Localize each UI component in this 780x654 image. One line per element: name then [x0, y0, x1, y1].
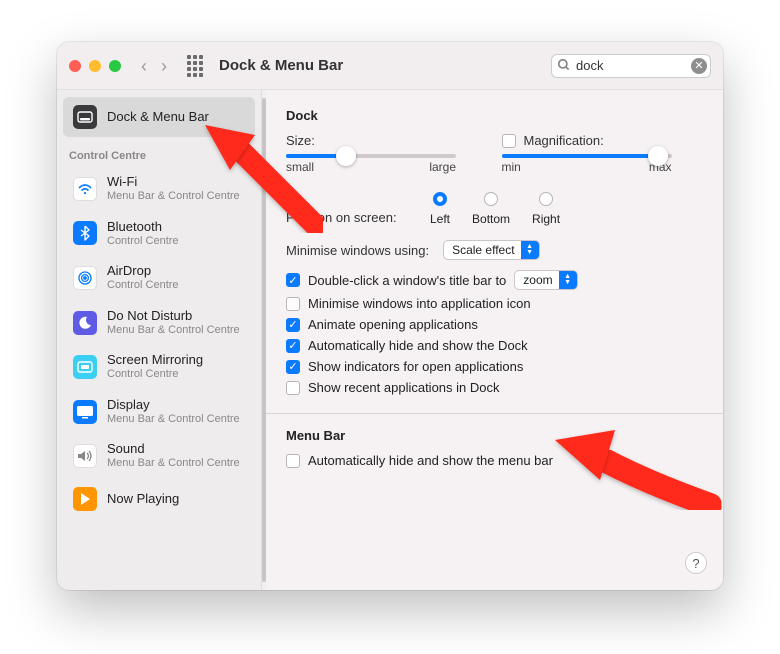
minimise-effect-value: Scale effect: [452, 243, 514, 257]
position-bottom-label: Bottom: [472, 212, 510, 226]
animate-opening-checkbox[interactable]: ✓: [286, 318, 300, 332]
sidebar-item-airdrop[interactable]: AirDrop Control Centre: [63, 256, 255, 300]
recent-apps-label: Show recent applications in Dock: [308, 380, 500, 395]
now-playing-icon: [73, 487, 97, 511]
sidebar-item-dnd[interactable]: Do Not Disturb Menu Bar & Control Centre: [63, 301, 255, 345]
sidebar-item-label: Screen Mirroring: [107, 353, 203, 368]
sidebar-item-label: Dock & Menu Bar: [107, 110, 209, 125]
sidebar-item-dock-menubar[interactable]: Dock & Menu Bar: [63, 97, 255, 137]
search-input[interactable]: [551, 54, 711, 78]
window-title: Dock & Menu Bar: [219, 57, 343, 74]
speaker-icon: [73, 444, 97, 468]
size-slider[interactable]: [286, 154, 456, 158]
mag-min-label: min: [502, 160, 521, 174]
help-button[interactable]: ?: [685, 552, 707, 574]
content-pane: Dock Size: small large: [266, 90, 723, 590]
position-left-radio[interactable]: [433, 192, 447, 206]
position-radio-group: Left Bottom Right: [430, 192, 560, 226]
recent-apps-checkbox[interactable]: [286, 381, 300, 395]
size-large-label: large: [429, 160, 456, 174]
airdrop-icon: [73, 266, 97, 290]
animate-opening-label: Animate opening applications: [308, 317, 478, 332]
doubleclick-checkbox[interactable]: ✓: [286, 273, 300, 287]
indicators-checkbox[interactable]: ✓: [286, 360, 300, 374]
back-button[interactable]: ‹: [141, 57, 147, 75]
sidebar-item-sublabel: Menu Bar & Control Centre: [107, 190, 240, 203]
position-right-radio[interactable]: [539, 192, 553, 206]
minimise-using-label: Minimise windows using:: [286, 243, 429, 258]
chevron-updown-icon: ▲▼: [559, 271, 577, 289]
forward-button[interactable]: ›: [161, 57, 167, 75]
doubleclick-action-select[interactable]: zoom ▲▼: [514, 270, 577, 290]
dock-section-title: Dock: [286, 108, 703, 123]
position-label: Position on screen:: [286, 192, 416, 225]
magnification-checkbox[interactable]: [502, 134, 516, 148]
magnification-label: Magnification:: [524, 133, 604, 148]
sidebar-item-sublabel: Control Centre: [107, 235, 179, 248]
bluetooth-icon: [73, 221, 97, 245]
autohide-menubar-label: Automatically hide and show the menu bar: [308, 453, 553, 468]
position-right-label: Right: [532, 212, 560, 226]
sidebar-item-sublabel: Control Centre: [107, 368, 203, 381]
sidebar-item-label: AirDrop: [107, 264, 179, 279]
sidebar-divider[interactable]: [262, 90, 266, 590]
sidebar-item-label: Sound: [107, 442, 240, 457]
min-into-app-checkbox[interactable]: [286, 297, 300, 311]
position-left-label: Left: [430, 212, 450, 226]
nav-buttons: ‹ ›: [141, 57, 167, 75]
wifi-icon: [73, 177, 97, 201]
moon-icon: [73, 311, 97, 335]
dock-menubar-icon: [73, 105, 97, 129]
doubleclick-label: Double-click a window's title bar to: [308, 273, 506, 288]
preferences-window: ‹ › Dock & Menu Bar ✕ Dock & Menu Bar Co…: [57, 42, 723, 590]
size-slider-knob[interactable]: [336, 146, 356, 166]
sidebar-item-bluetooth[interactable]: Bluetooth Control Centre: [63, 212, 255, 256]
autohide-dock-label: Automatically hide and show the Dock: [308, 338, 528, 353]
sidebar-item-wifi[interactable]: Wi-Fi Menu Bar & Control Centre: [63, 167, 255, 211]
sidebar-item-display[interactable]: Display Menu Bar & Control Centre: [63, 390, 255, 434]
sidebar: Dock & Menu Bar Control Centre Wi-Fi Men…: [57, 90, 262, 590]
sidebar-item-sublabel: Menu Bar & Control Centre: [107, 457, 240, 470]
position-bottom-radio[interactable]: [484, 192, 498, 206]
close-window[interactable]: [69, 60, 81, 72]
magnification-slider-knob[interactable]: [648, 146, 668, 166]
titlebar: ‹ › Dock & Menu Bar ✕: [57, 42, 723, 90]
screen-mirroring-icon: [73, 355, 97, 379]
sidebar-item-screen-mirroring[interactable]: Screen Mirroring Control Centre: [63, 345, 255, 389]
zoom-window[interactable]: [109, 60, 121, 72]
indicators-label: Show indicators for open applications: [308, 359, 523, 374]
minimize-window[interactable]: [89, 60, 101, 72]
traffic-lights: [69, 60, 121, 72]
minimise-effect-select[interactable]: Scale effect ▲▼: [443, 240, 539, 260]
doubleclick-action-value: zoom: [523, 273, 552, 287]
sidebar-item-label: Display: [107, 398, 240, 413]
sidebar-item-now-playing[interactable]: Now Playing: [63, 479, 255, 519]
sidebar-item-label: Now Playing: [107, 492, 179, 507]
clear-search-icon[interactable]: ✕: [691, 58, 707, 74]
search-field[interactable]: ✕: [551, 54, 711, 78]
display-icon: [73, 400, 97, 424]
sidebar-item-sublabel: Control Centre: [107, 279, 179, 292]
sidebar-item-label: Bluetooth: [107, 220, 179, 235]
chevron-updown-icon: ▲▼: [521, 241, 539, 259]
min-into-app-label: Minimise windows into application icon: [308, 296, 531, 311]
autohide-menubar-checkbox[interactable]: [286, 454, 300, 468]
sidebar-item-label: Wi-Fi: [107, 175, 240, 190]
search-icon: [557, 58, 571, 75]
section-divider: [266, 413, 723, 414]
menubar-section-title: Menu Bar: [286, 428, 703, 443]
show-all-icon[interactable]: [187, 55, 203, 77]
autohide-dock-checkbox[interactable]: ✓: [286, 339, 300, 353]
sidebar-item-sound[interactable]: Sound Menu Bar & Control Centre: [63, 434, 255, 478]
sidebar-item-label: Do Not Disturb: [107, 309, 240, 324]
magnification-slider[interactable]: [502, 154, 672, 158]
sidebar-section-header: Control Centre: [57, 138, 261, 166]
sidebar-item-sublabel: Menu Bar & Control Centre: [107, 413, 240, 426]
sidebar-item-sublabel: Menu Bar & Control Centre: [107, 324, 240, 337]
size-label: Size:: [286, 133, 488, 148]
size-small-label: small: [286, 160, 314, 174]
